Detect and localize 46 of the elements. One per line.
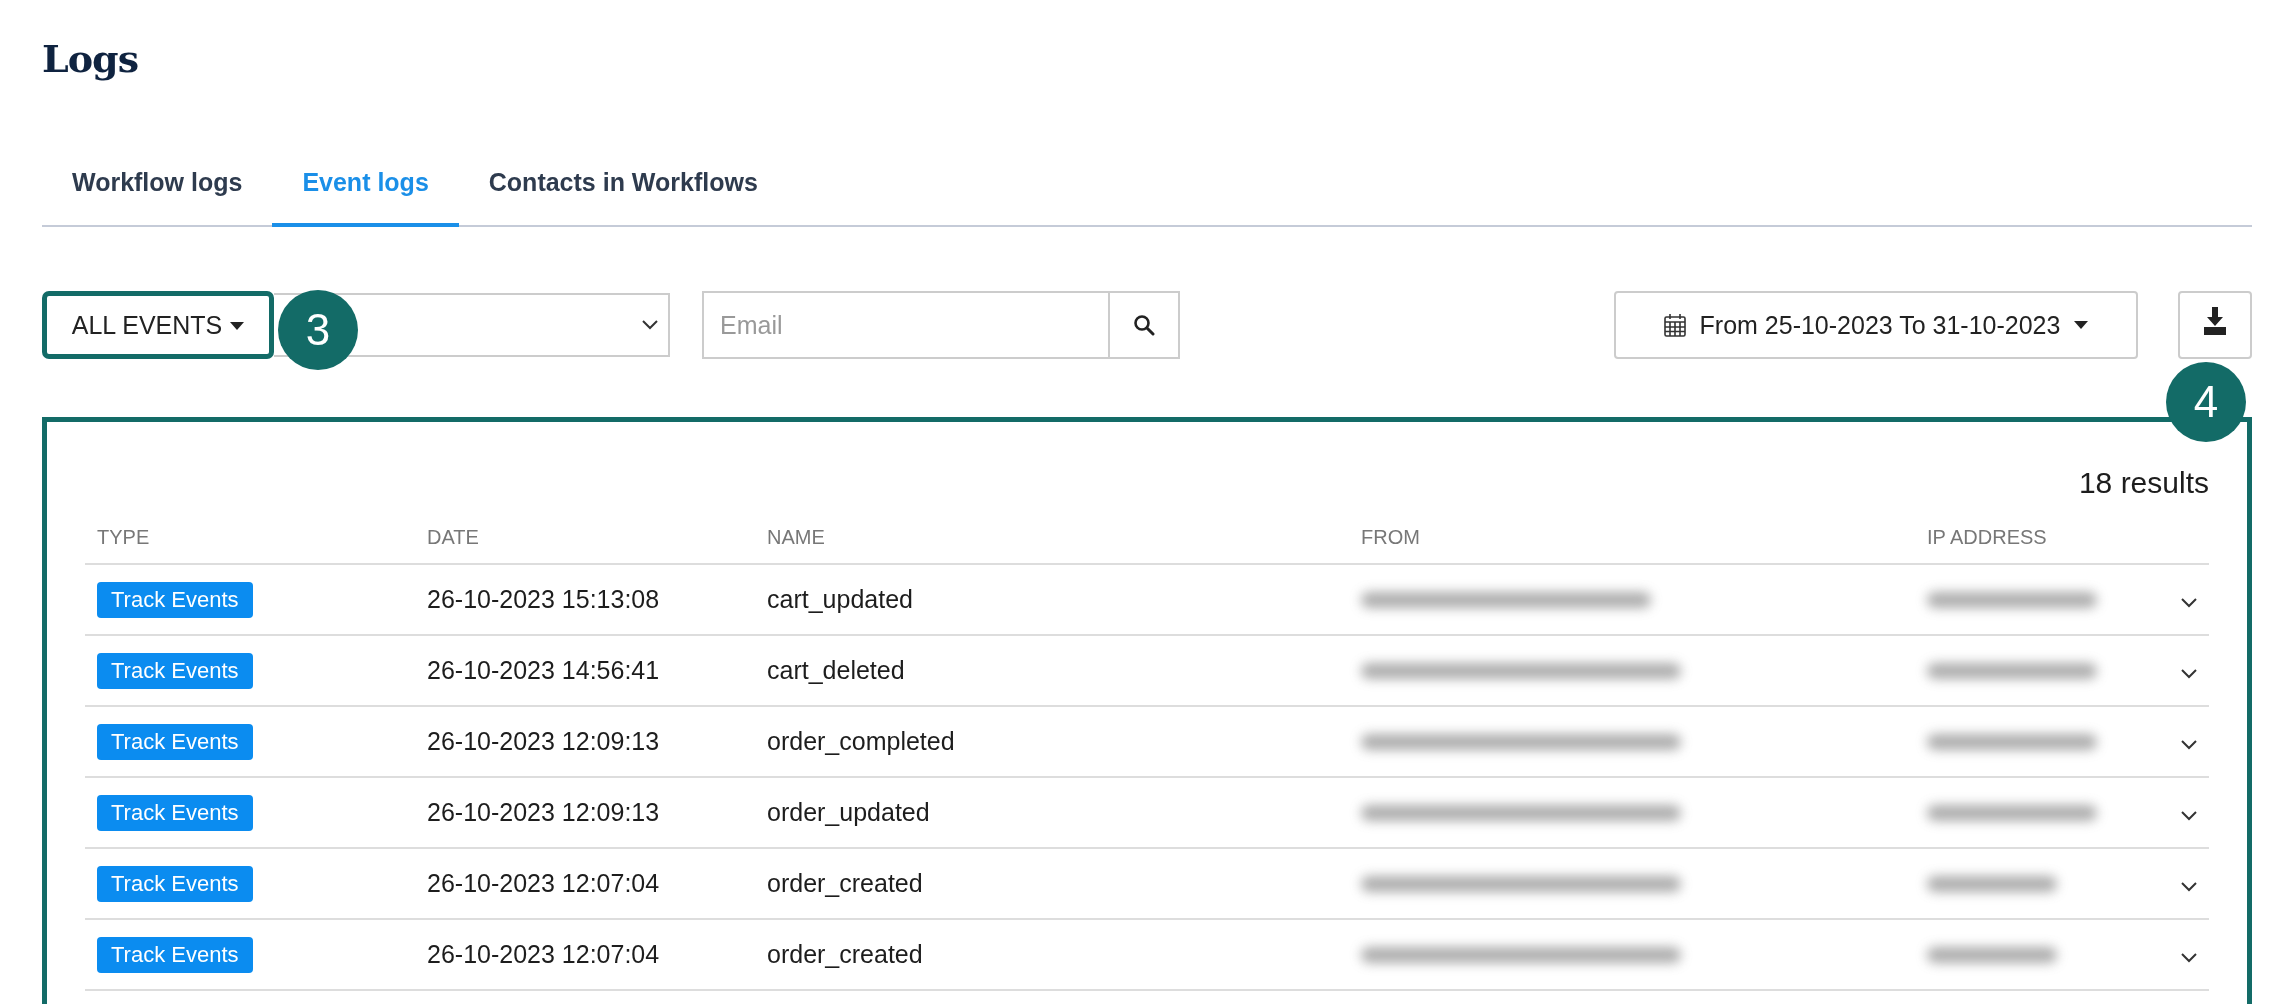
chevron-down-icon bbox=[2181, 811, 2197, 821]
chevron-down-icon bbox=[2181, 669, 2197, 679]
table-cell: 26-10-2023 14:56:41 bbox=[415, 635, 755, 706]
column-header: IP ADDRESS bbox=[1915, 510, 2159, 564]
table-cell: 26-10-2023 15:13:08 bbox=[415, 564, 755, 635]
table-cell: 26-10-2023 12:09:13 bbox=[415, 706, 755, 777]
download-button[interactable] bbox=[2178, 291, 2252, 359]
table-cell: cart_updated bbox=[755, 564, 1349, 635]
event-type-tag: Track Events bbox=[97, 652, 253, 689]
search-button[interactable] bbox=[1110, 291, 1180, 359]
event-type-tag: Track Events bbox=[97, 581, 253, 618]
column-header: FROM bbox=[1349, 510, 1915, 564]
callout-badge: 3 bbox=[278, 290, 358, 370]
callout-badge: 4 bbox=[2166, 362, 2246, 442]
column-header: DATE bbox=[415, 510, 755, 564]
table-cell: order_completed bbox=[755, 706, 1349, 777]
chevron-down-icon bbox=[2181, 598, 2197, 608]
table-cell: 26-10-2023 12:07:04 bbox=[415, 848, 755, 919]
results-count: 18 results bbox=[2077, 466, 2209, 501]
caret-icon bbox=[230, 322, 245, 330]
table-cell: 26-10-2023 12:07:04 bbox=[415, 919, 755, 990]
tab[interactable]: Workflow logs bbox=[72, 154, 273, 227]
table-cell: order_created bbox=[755, 919, 1349, 990]
event-type-tag: Track Events bbox=[97, 723, 253, 760]
search-icon bbox=[1133, 314, 1155, 336]
calendar-icon bbox=[1663, 313, 1686, 337]
chevron-down-icon bbox=[2181, 953, 2197, 963]
table-cell: 26-10-2023 12:09:13 bbox=[415, 777, 755, 848]
chevron-down-icon bbox=[642, 320, 658, 330]
table-cell: cart_deleted bbox=[755, 635, 1349, 706]
tab[interactable]: Contacts in Workflows bbox=[458, 154, 788, 227]
download-icon bbox=[2203, 307, 2227, 335]
chevron-down-icon bbox=[2181, 882, 2197, 892]
event-type-tag: Track Events bbox=[97, 794, 253, 831]
event-filter-dropdown[interactable]: ALL EVENTS bbox=[42, 291, 274, 359]
column-header: TYPE bbox=[85, 510, 415, 564]
table-cell: order_created bbox=[755, 848, 1349, 919]
chevron-down-icon bbox=[2181, 740, 2197, 750]
table-cell: order_updated bbox=[755, 777, 1349, 848]
column-header: NAME bbox=[755, 510, 1349, 564]
email-field[interactable]: Email bbox=[702, 291, 1110, 359]
event-type-tag: Track Events bbox=[97, 936, 253, 973]
date-range-dropdown[interactable]: From 25-10-2023 To 31-10-2023 bbox=[1614, 291, 2138, 359]
event-type-tag: Track Events bbox=[97, 865, 253, 902]
caret-icon bbox=[2074, 321, 2089, 329]
page-title: Logs bbox=[42, 35, 140, 83]
